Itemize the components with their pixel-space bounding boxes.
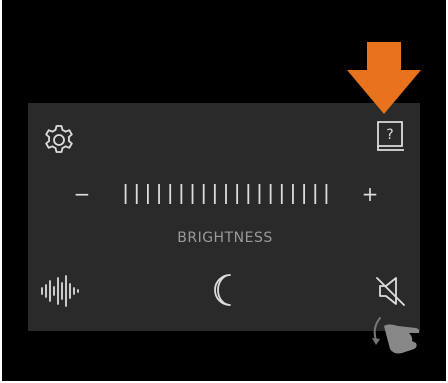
hand-swipe-icon — [366, 312, 430, 360]
sound-wave-icon[interactable] — [38, 274, 82, 308]
brightness-decrease-button[interactable]: − — [72, 183, 92, 205]
brightness-label: BRIGHTNESS — [177, 230, 273, 246]
brightness-increase-button[interactable]: + — [360, 183, 380, 205]
brightness-slider[interactable] — [120, 182, 332, 206]
help-book-icon[interactable]: ? — [375, 118, 407, 154]
moon-icon[interactable] — [211, 272, 241, 308]
help-icon-text: ? — [386, 127, 393, 143]
speaker-muted-icon[interactable] — [374, 274, 410, 308]
orange-arrow-down-icon — [347, 42, 421, 114]
gear-icon[interactable] — [42, 123, 76, 157]
